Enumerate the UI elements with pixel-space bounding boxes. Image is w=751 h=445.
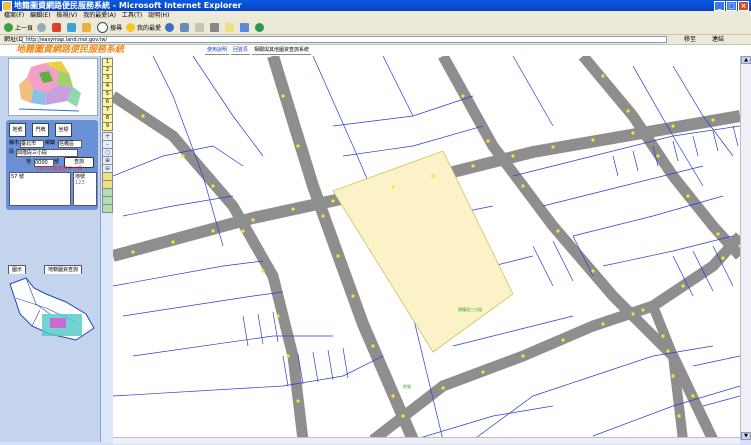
cadastral-map[interactable]: 興隆段三小段 地號 bbox=[113, 56, 740, 440]
close-button[interactable]: × bbox=[738, 1, 749, 11]
county-label: 縣市 bbox=[9, 140, 20, 146]
discuss-icon bbox=[240, 22, 250, 32]
minimize-button[interactable]: _ bbox=[714, 1, 725, 11]
history-icon bbox=[180, 22, 190, 32]
overview-map[interactable] bbox=[6, 274, 98, 348]
page-tabs: 使用說明 回首頁 相關與其他圖資查詢系統 bbox=[205, 46, 312, 55]
menu-tools[interactable]: 工具(T) bbox=[122, 11, 142, 20]
lot-suffix: 號 bbox=[54, 159, 60, 165]
links-button[interactable]: 連結 bbox=[712, 36, 724, 43]
district-minimap-svg bbox=[18, 61, 81, 112]
menu-file[interactable]: 檔案(F) bbox=[4, 11, 24, 20]
town-label: 鄉鎮 bbox=[45, 140, 56, 146]
left-panel: 地號 門牌 坐標 縣市 臺北市 鄉鎮 信義區 段 興隆段三小段 地 0000 號… bbox=[0, 56, 101, 442]
horizontal-scrollbar[interactable] bbox=[113, 437, 740, 444]
menu-help[interactable]: 說明(H) bbox=[148, 11, 169, 20]
ie-icon bbox=[2, 0, 12, 11]
tab-address[interactable]: 門牌 bbox=[32, 123, 49, 137]
edit-icon bbox=[225, 22, 235, 32]
home-button[interactable] bbox=[82, 22, 93, 32]
star-icon bbox=[126, 22, 136, 32]
tab-coordinate[interactable]: 坐標 bbox=[55, 123, 72, 137]
go-button[interactable]: 移至 bbox=[684, 36, 696, 43]
forward-arrow-icon bbox=[37, 22, 47, 32]
county-select[interactable]: 臺北市 bbox=[20, 140, 44, 148]
info-icon[interactable] bbox=[102, 204, 113, 213]
lot-number[interactable]: 123 bbox=[75, 180, 95, 186]
history-button[interactable] bbox=[180, 22, 191, 32]
mail-button[interactable] bbox=[195, 22, 206, 32]
cadastral-map-svg: 興隆段三小段 地號 bbox=[113, 56, 740, 440]
tab-related[interactable]: 相關與其他圖資查詢系統 bbox=[252, 46, 312, 55]
result-item[interactable]: 57 號 bbox=[11, 174, 24, 180]
home-icon bbox=[82, 22, 92, 32]
section-label: 段 bbox=[9, 149, 15, 155]
map-label-bottom: 地號 bbox=[403, 383, 411, 389]
forward-button[interactable] bbox=[37, 22, 48, 32]
window-titlebar: 地籍圖資網路便民服務系統 - Microsoft Internet Explor… bbox=[0, 0, 751, 11]
address-bar: 網址(D) http://easymap.land.moi.gov.tw/ 移至… bbox=[0, 35, 751, 45]
page-header: 地籍圖資網路便民服務系統 使用說明 回首頁 相關與其他圖資查詢系統 bbox=[0, 45, 751, 56]
query-panel: 地號 門牌 坐標 縣市 臺北市 鄉鎮 信義區 段 興隆段三小段 地 0000 號… bbox=[6, 120, 98, 210]
tab-lot[interactable]: 地號 bbox=[9, 123, 26, 137]
search-button[interactable]: 搜尋 bbox=[97, 21, 123, 33]
stop-button[interactable] bbox=[52, 22, 63, 32]
overview-map-svg bbox=[9, 277, 95, 341]
address-input[interactable]: http://easymap.land.moi.gov.tw/ bbox=[22, 36, 667, 43]
menu-view[interactable]: 檢視(V) bbox=[56, 11, 77, 20]
favorites-label: 我的最愛 bbox=[137, 24, 162, 32]
messenger-icon bbox=[255, 22, 265, 32]
menu-edit[interactable]: 編輯(E) bbox=[30, 11, 50, 20]
back-arrow-icon bbox=[4, 22, 13, 32]
back-button[interactable]: 上一頁 bbox=[4, 22, 34, 32]
level-button-9[interactable]: 9 bbox=[102, 122, 113, 131]
map-label-center: 興隆段三小段 bbox=[458, 306, 482, 312]
search-label: 搜尋 bbox=[110, 24, 123, 32]
discuss-button[interactable] bbox=[240, 22, 251, 32]
district-minimap[interactable] bbox=[8, 58, 98, 116]
maximize-button[interactable]: □ bbox=[726, 1, 737, 11]
refresh-icon bbox=[67, 22, 77, 32]
tab-home[interactable]: 回首頁 bbox=[231, 46, 251, 55]
page-title: 地籍圖資網路便民服務系統 bbox=[16, 45, 125, 55]
query-label: 查詢 bbox=[73, 159, 84, 165]
print-icon bbox=[210, 22, 220, 32]
lot-prefix: 地 bbox=[26, 159, 32, 165]
messenger-button[interactable] bbox=[255, 22, 266, 32]
back-label: 上一頁 bbox=[15, 24, 34, 32]
media-button[interactable] bbox=[165, 22, 176, 32]
media-icon bbox=[165, 22, 175, 32]
browser-toolbar: 上一頁 搜尋 我的最愛 bbox=[0, 20, 751, 35]
search-icon bbox=[97, 21, 109, 33]
print-button[interactable] bbox=[210, 22, 221, 32]
town-select[interactable]: 信義區 bbox=[58, 140, 82, 148]
edit-button[interactable] bbox=[225, 22, 236, 32]
refresh-button[interactable] bbox=[67, 22, 78, 32]
favorites-button[interactable]: 我的最愛 bbox=[126, 22, 162, 32]
scroll-up-icon[interactable]: ▲ bbox=[741, 56, 751, 64]
mail-icon bbox=[195, 22, 205, 32]
window-title: 地籍圖資網路便民服務系統 - Microsoft Internet Explor… bbox=[14, 1, 242, 10]
lot-result-box: 地號 123 bbox=[73, 172, 97, 206]
stop-icon bbox=[52, 22, 62, 32]
scroll-down-icon[interactable]: ▼ bbox=[741, 432, 751, 440]
section-select[interactable]: 興隆段三小段 bbox=[16, 149, 78, 157]
menu-favorites[interactable]: 我的最愛(A) bbox=[83, 11, 116, 20]
vertical-scrollbar[interactable]: ▲ ▼ bbox=[740, 56, 751, 440]
tab-help[interactable]: 使用說明 bbox=[205, 46, 230, 55]
result-list[interactable]: 57 號 bbox=[9, 172, 71, 206]
